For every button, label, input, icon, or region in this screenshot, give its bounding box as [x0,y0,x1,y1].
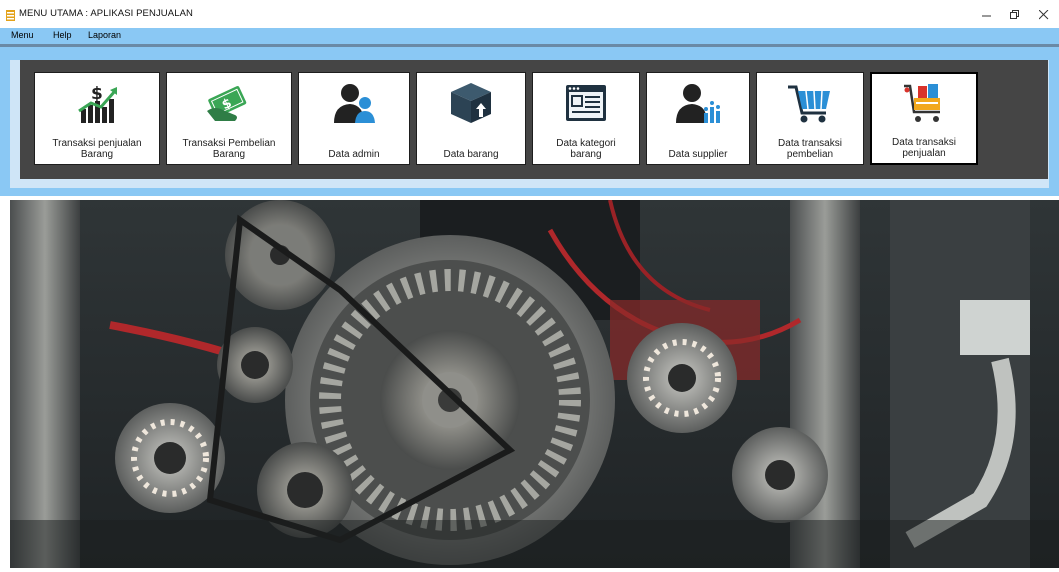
tile-label: Data transaksi pembelian [778,138,842,160]
restore-icon [1010,10,1019,19]
menu-bar: Menu Help Laporan [0,28,1059,44]
transaksi-penjualan-button[interactable]: $ Transaksi penjualan Barang [34,72,160,165]
menu-item-menu[interactable]: Menu [11,30,34,40]
window-title: MENU UTAMA : APLIKASI PENJUALAN [19,8,193,19]
money-hand-icon: $ [207,86,247,121]
svg-text:$: $ [91,84,103,104]
minimize-icon [982,15,991,17]
engine-background-image [10,200,1059,568]
engine-illustration [10,200,1059,568]
sales-chart-icon: $ [78,84,117,123]
menu-item-laporan[interactable]: Laporan [88,30,121,40]
data-supplier-button[interactable]: Data supplier [646,72,750,165]
tile-label: Transaksi Pembelian Barang [182,138,276,160]
tile-label: Data kategori barang [556,138,616,160]
supplier-chart-icon [676,84,720,123]
transaksi-pembelian-button[interactable]: $ Transaksi Pembelian Barang [166,72,292,165]
tile-label: Data barang [443,149,499,160]
close-icon [1039,10,1049,20]
tile-label: Data admin [328,149,380,160]
data-barang-button[interactable]: Data barang [416,72,526,165]
app-icon [6,10,15,21]
sales-cart-icon [904,84,940,122]
data-kategori-button[interactable]: Data kategori barang [532,72,640,165]
close-button[interactable] [1024,2,1059,28]
tile-label: Transaksi penjualan Barang [52,138,142,160]
title-bar: MENU UTAMA : APLIKASI PENJUALAN [0,0,1059,28]
box-icon [451,83,491,123]
menu-item-help[interactable]: Help [53,30,72,40]
shopping-cart-icon [788,85,830,123]
admin-users-icon [334,84,375,123]
tile-label: Data transaksi penjualan [892,137,956,159]
data-transaksi-pembelian-button[interactable]: Data transaksi pembelian [756,72,864,165]
data-transaksi-penjualan-button[interactable]: Data transaksi penjualan [870,72,978,165]
tile-label: Data supplier [668,149,728,160]
data-admin-button[interactable]: Data admin [298,72,410,165]
category-list-icon [566,85,606,121]
